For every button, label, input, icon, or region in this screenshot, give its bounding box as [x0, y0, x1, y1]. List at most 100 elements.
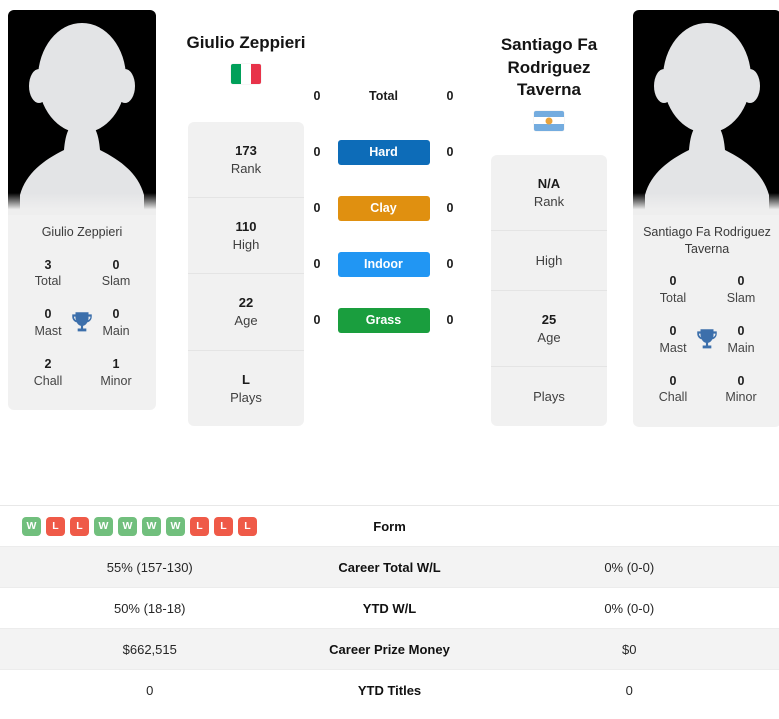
info-row-age: 22 Age	[188, 274, 304, 351]
player-photo-left	[8, 10, 156, 215]
form-badge-loss: L	[238, 516, 257, 536]
player-card-right[interactable]: Santiago Fa Rodriguez Taverna 0 Total 0 …	[633, 10, 779, 427]
surface-value-right: 0	[446, 313, 454, 327]
info-value: N/A	[537, 175, 561, 191]
surface-value-left: 0	[313, 89, 321, 103]
flag-argentina-icon	[534, 110, 564, 131]
sun-of-may-icon	[545, 117, 553, 125]
title-stat-value: 2	[44, 357, 52, 372]
title-stat: 0 Slam	[707, 267, 775, 315]
row-value-left: $662,515	[122, 641, 177, 657]
info-label: Rank	[230, 160, 262, 176]
flag-italy-icon	[231, 63, 261, 84]
row-value-right: 0% (0-0)	[604, 600, 655, 616]
avatar-silhouette-icon	[645, 23, 769, 215]
info-value: 110	[235, 219, 257, 235]
title-stat: 0 Minor	[707, 367, 775, 415]
surface-label-grass[interactable]: Grass	[337, 307, 430, 333]
title-stat-value: 3	[44, 257, 52, 272]
info-row-age: 25 Age	[491, 291, 607, 368]
form-badge-loss: L	[214, 516, 233, 536]
player-headline-right: Santiago Fa Rodriguez Taverna	[500, 35, 598, 100]
row-value-right: 0	[625, 683, 633, 698]
row-value-left: 55% (157-130)	[106, 559, 193, 575]
photo-fade	[633, 193, 779, 215]
trophy-icon	[72, 312, 92, 332]
info-row-rank: 173 Rank	[188, 122, 304, 199]
info-label: Age	[234, 313, 258, 329]
form-badge-win: W	[118, 516, 137, 536]
surface-value-left: 0	[313, 257, 321, 271]
row-label: YTD W/L	[362, 600, 417, 616]
info-value: 25	[541, 311, 557, 327]
info-label: Plays	[533, 389, 565, 405]
titles-grid-right: 0 Total 0 Slam 0 Mast 0 Main 0 Chall 0 M…	[633, 259, 779, 419]
player-comparison-page: Giulio Zeppieri 3 Total 0 Slam 0 Mast 0 …	[0, 0, 779, 719]
row-value-right: 0% (0-0)	[604, 559, 655, 575]
title-stat: 0 Slam	[82, 251, 150, 299]
surface-value-right: 0	[446, 89, 454, 103]
row-value-left: 0	[146, 683, 154, 698]
player-name-right: Santiago Fa Rodriguez Taverna	[643, 225, 771, 256]
info-label: Rank	[533, 193, 565, 209]
title-stat: 1 Minor	[82, 350, 150, 398]
surface-value-left: 0	[313, 201, 321, 215]
surface-label-clay[interactable]: Clay	[337, 195, 430, 221]
form-badge-win: W	[142, 516, 161, 536]
info-value: 173	[235, 142, 257, 158]
player-headline-left: Giulio Zeppieri	[186, 33, 306, 52]
surface-label-hard[interactable]: Hard	[337, 139, 430, 165]
title-stat-label: Chall	[658, 390, 688, 405]
player-info-left: Giulio Zeppieri 173 Rank 110 High 22 Age	[186, 10, 306, 427]
info-value: L	[242, 371, 250, 387]
surface-row-clay: 0 Clay 0	[306, 180, 461, 236]
title-stat-value: 1	[112, 357, 120, 372]
info-stack-right: N/A Rank High 25 Age Plays	[491, 154, 607, 426]
form-badge-loss: L	[190, 516, 209, 536]
surface-value-right: 0	[446, 145, 454, 159]
table-row-career-total-wl: 55% (157-130) Career Total W/L 0% (0-0)	[0, 547, 779, 588]
surface-row-grass: 0 Grass 0	[306, 292, 461, 348]
row-label: Career Total W/L	[338, 559, 441, 575]
info-label: Plays	[230, 389, 262, 405]
info-value: 22	[238, 295, 254, 311]
surface-row-indoor: 0 Indoor 0	[306, 236, 461, 292]
trophy-icon	[697, 329, 717, 349]
title-stat-value: 0	[669, 274, 677, 288]
player-card-left[interactable]: Giulio Zeppieri 3 Total 0 Slam 0 Mast 0 …	[8, 10, 156, 411]
row-label: Form	[373, 518, 406, 534]
form-badge-win: W	[166, 516, 185, 536]
avatar-silhouette-icon	[20, 23, 144, 215]
info-row-high: High	[491, 231, 607, 291]
title-stat-label: Total	[34, 274, 62, 289]
comparison-header: Giulio Zeppieri 3 Total 0 Slam 0 Mast 0 …	[0, 0, 779, 495]
head-to-head-stats-table: WLLWWWWLLL Form 55% (157-130) Career Tot…	[0, 505, 779, 711]
form-badge-win: W	[22, 516, 41, 536]
title-stat-value: 0	[669, 373, 677, 388]
title-stat-value: 0	[737, 274, 745, 288]
row-label: YTD Titles	[357, 683, 422, 698]
player-name-left: Giulio Zeppieri	[41, 225, 123, 239]
title-stat: 2 Chall	[14, 350, 82, 398]
surface-value-right: 0	[446, 201, 454, 215]
surface-comparison-column: 0 Total 0 0 Hard 0 0 Clay 0 0 Indoor 0 0	[306, 10, 461, 348]
surface-value-left: 0	[313, 313, 321, 327]
info-row-plays: L Plays	[188, 351, 304, 426]
title-stat-label: Slam	[726, 290, 756, 305]
surface-label-indoor[interactable]: Indoor	[337, 251, 430, 277]
info-row-plays: Plays	[491, 367, 607, 426]
title-stat-label: Minor	[725, 390, 757, 405]
title-stat-label: Minor	[100, 373, 132, 388]
form-badge-loss: L	[70, 516, 89, 536]
form-badge-loss: L	[46, 516, 65, 536]
info-row-high: 110 High	[188, 198, 304, 275]
form-strip-left: WLLWWWWLLL	[0, 516, 300, 536]
form-cell-left: WLLWWWWLLL	[0, 516, 300, 536]
info-label: High	[232, 236, 260, 252]
surface-label-total: Total	[369, 88, 398, 103]
title-stat-value: 0	[737, 373, 745, 388]
row-label: Career Prize Money	[329, 641, 450, 657]
title-stat: 3 Total	[14, 251, 82, 299]
title-stat-label: Chall	[33, 373, 63, 388]
table-row-ytd-titles: 0 YTD Titles 0	[0, 670, 779, 711]
